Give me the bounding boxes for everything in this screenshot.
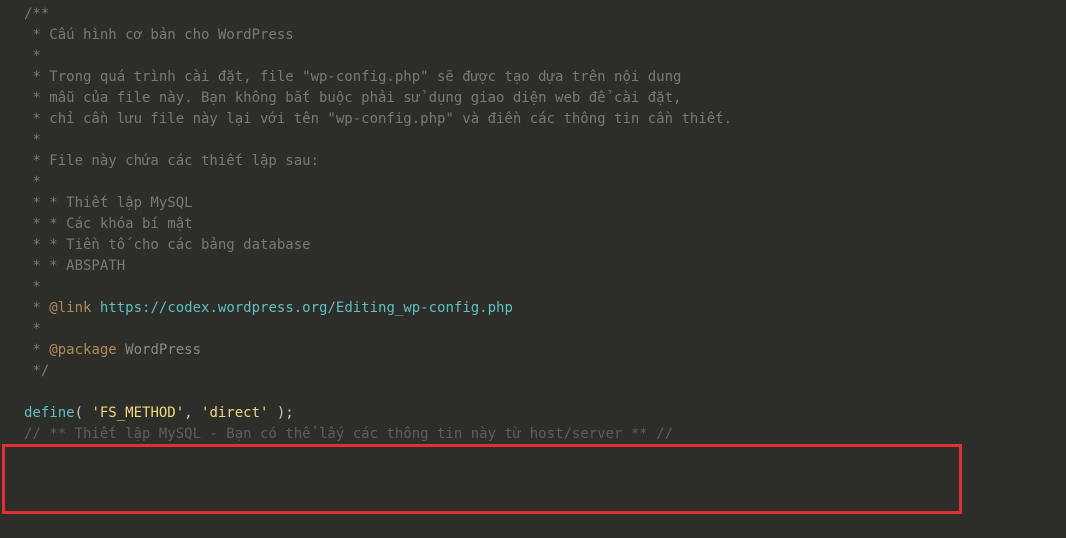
code-line[interactable]: * @package WordPress — [24, 340, 1066, 361]
comment-text: // ** Thiết lập MySQL - Bạn có thể lấy c… — [24, 426, 673, 442]
code-line[interactable]: * — [24, 319, 1066, 340]
code-line[interactable]: * File này chứa các thiết lập sau: — [24, 151, 1066, 172]
code-line[interactable]: * @link https://codex.wordpress.org/Edit… — [24, 298, 1066, 319]
code-line[interactable]: * — [24, 172, 1066, 193]
code-line[interactable]: * — [24, 46, 1066, 67]
comment-prefix: * — [24, 342, 49, 358]
comment-text: * * Tiền tố cho các bảng database — [24, 237, 311, 253]
code-line[interactable]: define( 'FS_METHOD', 'direct' ); — [24, 403, 1066, 424]
keyword-define: define — [24, 405, 75, 421]
code-line[interactable]: * * Các khóa bí mật — [24, 214, 1066, 235]
code-line[interactable]: * mẫu của file này. Bạn không bắt buộc p… — [24, 88, 1066, 109]
comment-text: * mẫu của file này. Bạn không bắt buộc p… — [24, 90, 681, 106]
comment-text: * * Thiết lập MySQL — [24, 195, 193, 211]
comment-text: * Trong quá trình cài đặt, file "wp-conf… — [24, 69, 681, 85]
comment-text: * — [24, 132, 41, 148]
code-line[interactable]: * * ABSPATH — [24, 256, 1066, 277]
comment-text: * * ABSPATH — [24, 258, 125, 274]
comment-text: * — [24, 321, 41, 337]
doc-tag-package: @package — [49, 342, 116, 358]
comma: , — [184, 405, 201, 421]
code-line[interactable]: // ** Thiết lập MySQL - Bạn có thể lấy c… — [24, 424, 1066, 445]
string-arg-2: 'direct' — [201, 405, 268, 421]
code-editor[interactable]: /** * Cấu hình cơ bản cho WordPress * * … — [0, 4, 1066, 445]
comment-text: * File này chứa các thiết lập sau: — [24, 153, 319, 169]
comment-text: * * Các khóa bí mật — [24, 216, 193, 232]
doc-tag-link: @link — [49, 300, 91, 316]
code-line[interactable]: * Trong quá trình cài đặt, file "wp-conf… — [24, 67, 1066, 88]
comment-text: /** — [24, 6, 49, 22]
code-line[interactable] — [24, 382, 1066, 403]
doc-package-name: WordPress — [125, 342, 201, 358]
code-line[interactable]: * * Tiền tố cho các bảng database — [24, 235, 1066, 256]
code-line[interactable]: */ — [24, 361, 1066, 382]
code-line[interactable]: /** — [24, 4, 1066, 25]
code-line[interactable]: * * Thiết lập MySQL — [24, 193, 1066, 214]
comment-text: */ — [24, 363, 49, 379]
paren-open: ( — [75, 405, 92, 421]
paren-close: ); — [268, 405, 293, 421]
code-line[interactable]: * — [24, 130, 1066, 151]
code-line[interactable]: * Cấu hình cơ bản cho WordPress — [24, 25, 1066, 46]
code-line[interactable]: * — [24, 277, 1066, 298]
comment-text: * chỉ cần lưu file này lại với tên "wp-c… — [24, 111, 732, 127]
string-arg-1: 'FS_METHOD' — [91, 405, 184, 421]
comment-text: * — [24, 48, 41, 64]
doc-link-url: https://codex.wordpress.org/Editing_wp-c… — [100, 300, 513, 316]
highlight-annotation-box — [2, 444, 962, 514]
comment-prefix: * — [24, 300, 49, 316]
code-line[interactable]: * chỉ cần lưu file này lại với tên "wp-c… — [24, 109, 1066, 130]
comment-text: * — [24, 279, 41, 295]
comment-text: * — [24, 174, 41, 190]
comment-text: * Cấu hình cơ bản cho WordPress — [24, 27, 294, 43]
